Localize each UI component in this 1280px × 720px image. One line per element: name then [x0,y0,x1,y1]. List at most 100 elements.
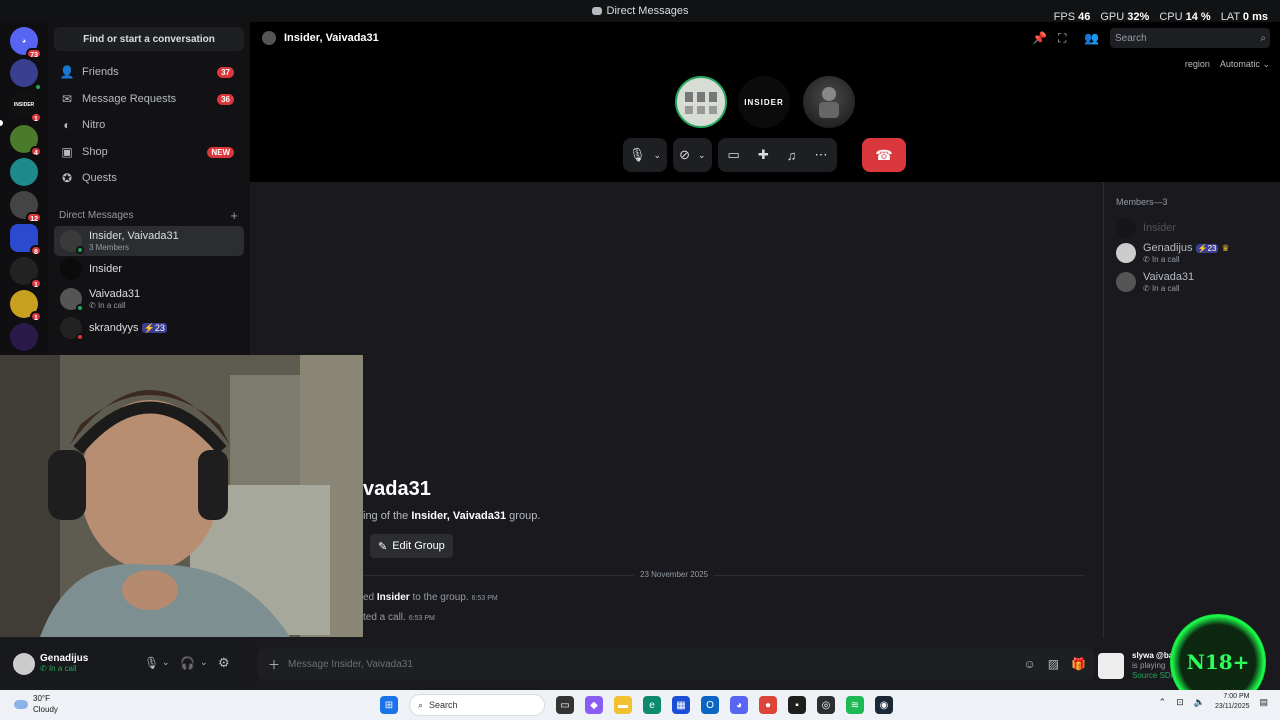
server-icon[interactable]: 1 [10,290,42,322]
chevron-down-icon[interactable]: ⌄ [162,657,170,668]
avatar[interactable] [13,653,35,675]
camera-control[interactable]: ⊘ ⌄ [673,138,712,172]
phone-icon: ✆ [40,664,49,673]
activities-icon[interactable]: ✚ [758,147,769,163]
more-icon[interactable]: ⋯ [814,147,827,163]
pin-icon[interactable]: 📌 [1032,31,1047,45]
call-participant-tile[interactable] [803,76,855,128]
task-view-icon[interactable]: ▭ [556,696,574,714]
nav-message-requests[interactable]: ✉ Message Requests 36 [54,86,244,112]
region-selector[interactable]: region Automatic ⌄ [1185,59,1270,70]
start-button[interactable]: ⊞ [380,696,398,714]
boost-badge: ⚡23 [1195,244,1219,253]
crown-icon: ♛ [1221,243,1230,253]
dm-item-group[interactable]: Insider, Vaivada31 3 Members [54,226,244,256]
chevron-down-icon[interactable]: ⌄ [200,657,208,668]
edge-icon[interactable]: e [643,696,661,714]
server-icon-insider[interactable]: INSIDER 1 [10,91,42,123]
weather-widget[interactable]: 30°F Cloudy [14,693,58,715]
camera-off-icon: ⊘ [679,147,690,162]
chevron-up-icon[interactable]: ⌃ [1159,697,1167,708]
avatar [60,230,84,254]
search-input[interactable]: Search ⌕ [1110,28,1270,48]
server-icon[interactable] [10,59,42,91]
user-panel: Genadijus ✆ In a call 🎙 ⌄ 🎧 ⌄ ⚙ [0,638,250,690]
app-icon[interactable]: ◎ [817,696,835,714]
disconnect-button[interactable]: ☎ [862,138,906,172]
username: Genadijus [40,653,89,664]
call-participant-tile[interactable] [675,76,727,128]
image-icon[interactable]: ▨ [1048,657,1059,671]
shop-icon: ▣ [61,145,73,159]
dm-item-skrandyys[interactable]: skrandyys ⚡23 [54,313,244,343]
server-icon[interactable] [10,323,38,351]
date-divider [363,575,1085,576]
dm-item-vaivada31[interactable]: Vaivada31 ✆ In a call [54,284,244,314]
network-icon[interactable]: ⊡ [1176,697,1184,708]
chevron-down-icon: ⌄ [653,149,662,160]
chrome-icon[interactable]: ● [759,696,777,714]
microphone-icon[interactable]: 🎙 [144,656,159,670]
discord-taskbar-icon[interactable]: ◕ [730,696,748,714]
server-icon[interactable]: 1 [10,257,42,289]
server-icon[interactable]: 4 [10,125,42,157]
add-friends-icon[interactable]: ⛶ [1058,31,1066,46]
windows-taskbar: 30°F Cloudy ⊞ ⌕ Search ▭ ◆ ▬ e ▦ O ◕ ● ▪ ◎… [0,690,1280,720]
steam-icon[interactable]: ◉ [875,696,893,714]
member-list: Members—3 Insider Genadijus ⚡23 ♛ ✆ In a … [1103,182,1280,638]
cloud-icon [14,699,28,709]
phone-icon: ✆ [89,301,98,310]
find-conversation-button[interactable]: Find or start a conversation [54,27,244,51]
screen-share-icon[interactable]: ▭ [728,147,740,163]
headphones-icon[interactable]: 🎧 [180,656,195,670]
member-list-header: Members—3 [1116,197,1168,207]
edit-group-button[interactable]: ✎ Edit Group [370,534,453,558]
taskbar-search[interactable]: ⌕ Search [409,694,545,716]
window-title: Direct Messages [606,5,689,17]
server-icon[interactable] [10,158,38,186]
date-label: 23 November 2025 [634,570,715,579]
system-tray: ⌃ ⊡ 🔈 7:00 PM 23/11/2025 ▤ [1159,692,1268,712]
member-genadijus[interactable]: Genadijus ⚡23 ♛ ✆ In a call [1116,242,1230,264]
system-message: ted a call. 6:53 PM [363,612,435,623]
nitro-icon: ◐ [63,118,71,132]
discord-logo-icon: ◕ [21,37,27,45]
attach-plus-icon[interactable]: ＋ [268,656,280,673]
clock[interactable]: 7:00 PM 23/11/2025 [1215,692,1250,712]
webcam-overlay [0,355,363,637]
call-participant-tile-insider[interactable]: INSIDER [738,76,790,128]
outlook-icon[interactable]: O [701,696,719,714]
emoji-icon[interactable]: ☺ [1023,657,1035,671]
message-input[interactable] [288,658,989,670]
channel-header: Insider, Vaivada31 [262,31,379,45]
server-icon[interactable]: 12 [10,191,42,223]
store-icon[interactable]: ▦ [672,696,690,714]
boost-badge: ⚡23 [141,323,167,333]
nav-quests[interactable]: ✪ Quests [54,165,244,191]
nav-friends[interactable]: 👤 Friends 37 [54,59,244,85]
create-dm-plus-icon[interactable]: + [230,208,238,223]
dm-item-insider[interactable]: Insider [54,254,244,284]
mic-control[interactable]: 🎙 ⌄ [623,138,668,172]
spotify-icon[interactable]: ≋ [846,696,864,714]
app-icon[interactable]: ▪ [788,696,806,714]
member-insider[interactable]: Insider [1116,218,1176,238]
nav-shop[interactable]: ▣ Shop NEW [54,139,244,165]
activity-controls: ▭ ✚ ♫ ⋯ [717,138,838,172]
chat-pane: vada31 ing of the Insider, Vaivada31 gro… [250,182,1103,638]
group-avatar [262,31,276,45]
volume-icon[interactable]: 🔈 [1194,697,1205,708]
home-button[interactable]: ◕ 73 [10,27,42,59]
copilot-icon[interactable]: ◆ [585,696,603,714]
members-icon[interactable]: 👥 [1084,31,1099,45]
notifications-icon[interactable]: ▤ [1259,697,1268,708]
settings-gear-icon[interactable]: ⚙ [218,655,230,671]
member-vaivada31[interactable]: Vaivada31 ✆ In a call [1116,271,1194,293]
file-explorer-icon[interactable]: ▬ [614,696,632,714]
user-status: ✆ In a call [40,664,77,673]
soundboard-icon[interactable]: ♫ [787,148,797,163]
server-icon[interactable]: 8 [10,224,42,256]
gift-icon[interactable]: 🎁 [1071,657,1086,671]
nav-nitro[interactable]: ◐ Nitro [54,112,244,138]
avatar [1116,272,1136,292]
